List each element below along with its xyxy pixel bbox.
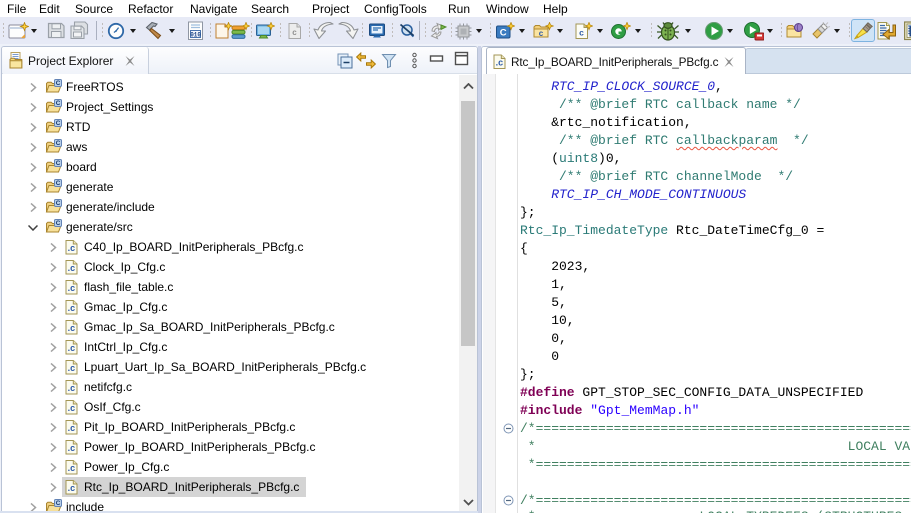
svg-text:.c: .c: [68, 403, 76, 413]
svg-text:.c: .c: [68, 283, 76, 293]
svg-text:C: C: [56, 120, 61, 127]
svg-text:c: c: [292, 28, 297, 37]
svg-text:C: C: [56, 220, 61, 227]
svg-text:.c: .c: [68, 483, 76, 493]
svg-text:.c: .c: [68, 243, 76, 253]
svg-text:C: C: [56, 160, 61, 167]
svg-text:c: c: [579, 28, 584, 38]
svg-text:010: 010: [190, 31, 201, 38]
svg-text:.c: .c: [68, 463, 76, 473]
svg-text:C: C: [56, 200, 61, 207]
svg-text:.c: .c: [68, 383, 76, 393]
svg-text:C: C: [56, 100, 61, 107]
svg-text:c: c: [539, 29, 544, 38]
svg-text:C: C: [500, 28, 507, 39]
svg-text:C: C: [56, 180, 61, 187]
svg-text:.c: .c: [496, 57, 504, 67]
svg-text:C: C: [56, 140, 61, 147]
svg-text:C: C: [56, 500, 61, 507]
svg-text:.c: .c: [68, 303, 76, 313]
svg-text:C: C: [56, 80, 61, 87]
svg-text:.c: .c: [68, 363, 76, 373]
svg-text:.c: .c: [68, 443, 76, 453]
svg-text:.c: .c: [68, 263, 76, 273]
svg-text:.c: .c: [68, 423, 76, 433]
svg-text:.c: .c: [68, 343, 76, 353]
svg-text:.c: .c: [68, 323, 76, 333]
